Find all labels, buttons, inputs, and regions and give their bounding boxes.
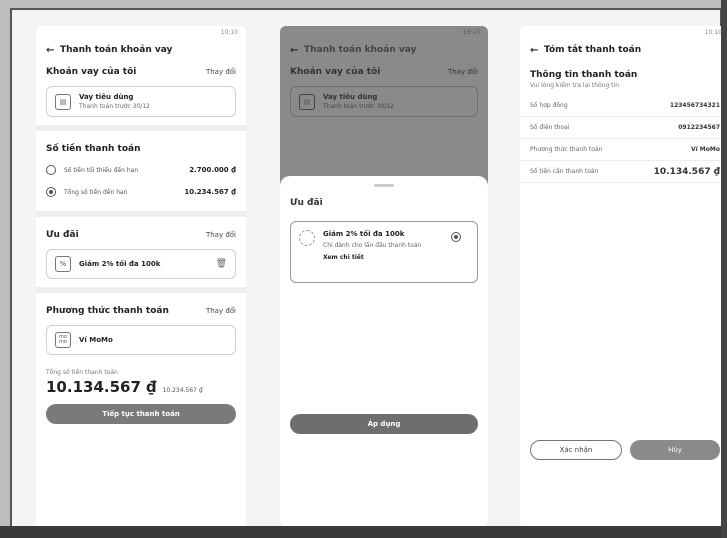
change-loan-link[interactable]: Thay đổi	[448, 68, 478, 76]
loan-name: Vay tiêu dùng	[323, 93, 378, 101]
amount-section-title: Số tiền thanh toán	[46, 144, 141, 154]
page-title: Thanh toán khoản vay	[304, 45, 417, 55]
back-arrow-icon[interactable]: ←	[530, 45, 544, 56]
divider	[36, 211, 246, 217]
info-title: Thông tin thanh toán	[530, 70, 638, 80]
continue-payment-button[interactable]: Tiếp tục thanh toán	[46, 404, 236, 424]
info-value: 0912234567	[678, 124, 720, 131]
amount-option-label: Tổng số tiền đến hạn	[64, 188, 128, 196]
action-buttons: Xác nhận Hủy	[530, 440, 720, 460]
summary-screen: 10:10 ← Tóm tắt thanh toán Thông tin tha…	[520, 26, 727, 528]
info-value: 10.134.567 ₫	[653, 166, 720, 177]
sheet-title: Ưu đãi	[290, 198, 323, 208]
loan-card: ▤ Vay tiêu dùng Thanh toán trước 30/12	[290, 86, 478, 117]
momo-logo-icon: mo mo	[55, 332, 71, 348]
info-row-amount: Số tiền cần thanh toán 10.134.567 ₫	[520, 161, 727, 183]
info-subtitle: Vui lòng kiểm tra lại thông tin	[530, 82, 620, 89]
amount-option-minimum[interactable]: Số tiền tối thiểu đến hạn 2.700.000 ₫	[36, 159, 246, 181]
loan-due: Thanh toán trước 30/12	[323, 103, 394, 110]
loan-icon: ▤	[299, 93, 315, 110]
amount-option-total[interactable]: Tổng số tiền đến hạn 10.234.567 ₫	[36, 181, 246, 203]
app-bar: ← Thanh toán khoản vay	[36, 38, 246, 62]
photo-edge	[0, 526, 727, 538]
method-section-header: Phương thức thanh toán Thay đổi	[36, 301, 246, 321]
sheet-handle[interactable]	[374, 184, 394, 187]
info-value: 123456734321	[669, 102, 720, 109]
amount-section-header: Số tiền thanh toán	[36, 139, 246, 159]
voucher-icon	[299, 230, 315, 246]
loan-due: Thanh toán trước 30/12	[79, 103, 150, 110]
radio-icon[interactable]	[46, 165, 56, 175]
amount-option-value: 10.234.567 ₫	[184, 188, 236, 196]
info-label: Số tiền cần thanh toán	[530, 168, 599, 175]
page-title: Tóm tắt thanh toán	[544, 45, 642, 55]
loan-section-title: Khoản vay của tôi	[46, 67, 137, 77]
info-row-method: Phương thức thanh toán Ví MoMo	[520, 139, 727, 161]
offer-title: Giảm 2% tối đa 100k	[323, 230, 405, 238]
info-label: Số điện thoại	[530, 124, 570, 131]
loan-section-header: Khoản vay của tôi Thay đổi	[36, 62, 246, 82]
offer-details-link[interactable]: Xem chi tiết	[323, 254, 421, 261]
status-time: 10:10	[704, 29, 722, 36]
change-offer-link[interactable]: Thay đổi	[206, 231, 236, 239]
status-bar: 10:10	[280, 26, 488, 38]
method-section-title: Phương thức thanh toán	[46, 306, 169, 316]
change-loan-link[interactable]: Thay đổi	[206, 68, 236, 76]
offer-bottom-sheet: Ưu đãi Giảm 2% tối đa 100k Chỉ dành cho …	[280, 176, 488, 528]
photo-edge	[721, 0, 727, 538]
confirm-button[interactable]: Xác nhận	[530, 440, 622, 460]
amount-option-value: 2.700.000 ₫	[189, 166, 236, 174]
offer-text: Giảm 2% tối đa 100k	[79, 260, 161, 268]
page-title: Thanh toán khoản vay	[60, 45, 173, 55]
radio-selected-icon[interactable]	[46, 187, 56, 197]
change-method-link[interactable]: Thay đổi	[206, 307, 236, 315]
voucher-icon: %	[55, 256, 71, 272]
status-time: 10:10	[462, 29, 480, 36]
status-bar: 10:10	[520, 26, 727, 38]
total-old-amount: 10.234.567 ₫	[162, 387, 203, 394]
offer-option-card[interactable]: Giảm 2% tối đa 100k Chỉ dành cho lần đầu…	[290, 221, 478, 283]
status-bar: 10:10	[36, 26, 246, 38]
status-time: 10:10	[220, 29, 238, 36]
radio-selected-icon[interactable]	[451, 232, 461, 242]
back-arrow-icon[interactable]: ←	[290, 45, 304, 56]
info-value: Ví MoMo	[691, 146, 720, 153]
divider	[36, 287, 246, 293]
offer-card[interactable]: % Giảm 2% tối đa 100k 🗑	[46, 249, 236, 279]
total-label: Tổng số tiền thanh toán	[46, 369, 118, 376]
method-card[interactable]: mo mo Ví MoMo	[46, 325, 236, 355]
total-amount: 10.134.567 ₫	[46, 378, 157, 396]
loan-card[interactable]: ▤ Vay tiêu dùng Thanh toán trước 30/12	[46, 86, 236, 117]
cancel-button[interactable]: Hủy	[630, 440, 720, 460]
offer-desc: Chỉ dành cho lần đầu thanh toán	[323, 242, 422, 249]
loan-icon: ▤	[55, 93, 71, 110]
loan-section-header: Khoản vay của tôi Thay đổi	[280, 62, 488, 82]
total-row: 10.134.567 ₫ 10.234.567 ₫	[36, 376, 246, 398]
offer-section-header: Ưu đãi Thay đổi	[36, 225, 246, 245]
info-row-contract: Số hợp đồng 123456734321	[520, 95, 727, 117]
app-bar: ← Thanh toán khoản vay	[280, 38, 488, 62]
info-label: Phương thức thanh toán	[530, 146, 603, 153]
loan-section-title: Khoản vay của tôi	[290, 67, 381, 77]
divider	[36, 125, 246, 131]
loan-name: Vay tiêu dùng	[79, 93, 134, 101]
photo-frame: 10:10 ← Thanh toán khoản vay Khoản vay c…	[10, 8, 727, 528]
offer-sheet-screen: 10:10 ← Thanh toán khoản vay Khoản vay c…	[280, 26, 488, 528]
sheet-header: Ưu đãi	[280, 193, 488, 213]
offer-section-title: Ưu đãi	[46, 230, 79, 240]
apply-button[interactable]: Áp dụng	[290, 414, 478, 434]
back-arrow-icon[interactable]: ←	[46, 45, 60, 56]
method-name: Ví MoMo	[79, 336, 113, 344]
amount-option-label: Số tiền tối thiểu đến hạn	[64, 166, 139, 174]
app-bar: ← Tóm tắt thanh toán	[520, 38, 727, 62]
info-row-phone: Số điện thoại 0912234567	[520, 117, 727, 139]
info-label: Số hợp đồng	[530, 102, 568, 109]
trash-icon[interactable]: 🗑	[216, 259, 227, 269]
payment-screen: 10:10 ← Thanh toán khoản vay Khoản vay c…	[36, 26, 246, 528]
